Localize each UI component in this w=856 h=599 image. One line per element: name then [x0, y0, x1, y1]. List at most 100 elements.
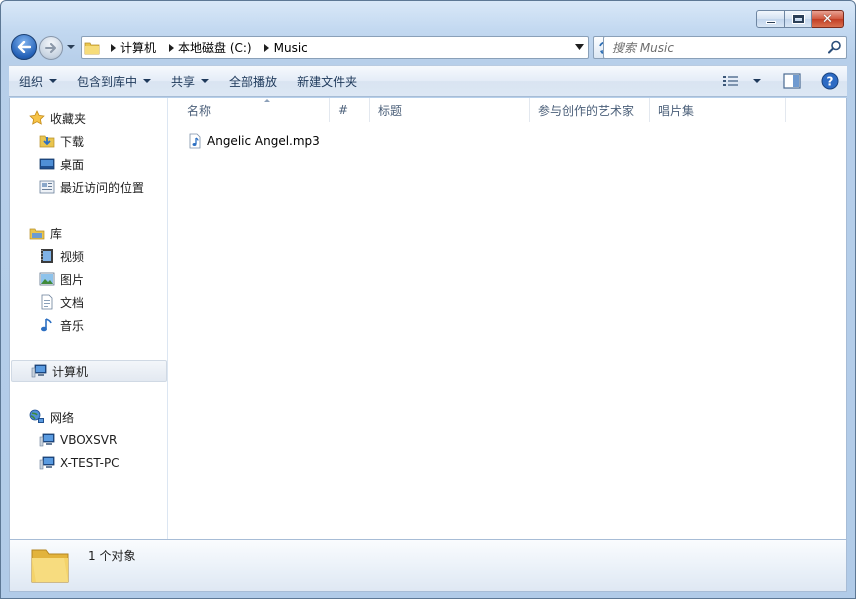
- nav-documents-label: 文档: [60, 295, 85, 310]
- column-contributing-artists[interactable]: 参与创作的艺术家: [530, 98, 650, 122]
- nav-downloads-label: 下载: [60, 134, 85, 149]
- nav-libraries-label: 库: [50, 226, 63, 241]
- desktop-icon: [39, 156, 55, 172]
- nav-music-label: 音乐: [60, 318, 85, 333]
- star-icon: [29, 110, 45, 126]
- minimize-button[interactable]: [756, 10, 785, 28]
- column-number[interactable]: #: [330, 98, 370, 122]
- include-library-label: 包含到库中: [77, 74, 138, 89]
- caret-down-icon: [49, 79, 58, 83]
- details-pane: 1 个对象: [9, 539, 847, 592]
- chevron-right-icon[interactable]: [106, 43, 120, 52]
- close-icon: ✕: [822, 11, 833, 27]
- document-icon: [39, 294, 55, 310]
- command-bar: 组织 包含到库中 共享 全部播放 新建文件夹 ?: [9, 65, 847, 97]
- organize-menu[interactable]: 组织: [9, 66, 67, 96]
- change-view-button[interactable]: [723, 75, 761, 87]
- back-button[interactable]: [11, 34, 37, 60]
- nav-recent-places-label: 最近访问的位置: [60, 180, 145, 195]
- nav-music[interactable]: 音乐: [10, 314, 84, 336]
- breadcrumb-music[interactable]: Music: [274, 41, 316, 55]
- search-box: [603, 36, 847, 59]
- picture-icon: [39, 271, 55, 287]
- play-all-button[interactable]: 全部播放: [219, 66, 287, 96]
- nav-favorites[interactable]: 收藏夹: [10, 107, 86, 129]
- search-input[interactable]: [612, 39, 822, 56]
- file-item[interactable]: Angelic Angel.mp3: [187, 131, 320, 151]
- nav-libraries[interactable]: 库: [10, 222, 62, 244]
- include-in-library-menu[interactable]: 包含到库中: [67, 66, 161, 96]
- maximize-icon: [792, 15, 804, 23]
- file-name: Angelic Angel.mp3: [207, 134, 320, 148]
- forward-button[interactable]: [39, 36, 63, 60]
- network-computer-icon: [39, 432, 55, 448]
- breadcrumb-local-disk[interactable]: 本地磁盘 (C:): [178, 39, 260, 56]
- computer-icon: [31, 363, 47, 379]
- column-title-label: 标题: [378, 103, 403, 118]
- explorer-window: ✕ 计算机 本地磁盘 (C:) Music 搜索 Music 组织 包含到库中 …: [0, 0, 856, 599]
- nav-recent-places[interactable]: 最近访问的位置: [10, 176, 144, 198]
- window-controls: ✕: [756, 10, 844, 28]
- column-album[interactable]: 唱片集: [650, 98, 786, 122]
- minimize-icon: [765, 20, 776, 24]
- chevron-right-icon[interactable]: [164, 43, 178, 52]
- breadcrumb: 计算机 本地磁盘 (C:) Music: [106, 37, 316, 58]
- address-dropdown-icon[interactable]: [575, 44, 584, 50]
- column-album-label: 唱片集: [658, 103, 695, 118]
- nav-computer[interactable]: 计算机: [11, 360, 167, 382]
- svg-text:?: ?: [827, 75, 834, 89]
- recent-places-icon: [39, 179, 55, 195]
- library-icon: [29, 225, 45, 241]
- chevron-right-icon[interactable]: [260, 43, 274, 52]
- nav-desktop-label: 桌面: [60, 157, 85, 172]
- column-title[interactable]: 标题: [370, 98, 530, 122]
- help-icon[interactable]: ?: [821, 72, 839, 90]
- column-artists-label: 参与创作的艺术家: [538, 103, 635, 118]
- breadcrumb-computer[interactable]: 计算机: [120, 39, 164, 56]
- column-name-label: 名称: [187, 103, 212, 118]
- caret-down-icon: [143, 79, 152, 83]
- nav-network[interactable]: 网络: [10, 406, 74, 428]
- column-name[interactable]: 名称: [179, 98, 330, 122]
- maximize-button[interactable]: [785, 10, 812, 28]
- column-number-label: #: [338, 103, 349, 117]
- arrow-left-icon: [17, 41, 31, 53]
- nav-x-test-pc[interactable]: X-TEST-PC: [10, 452, 120, 474]
- caret-down-icon: [753, 79, 761, 83]
- nav-desktop[interactable]: 桌面: [10, 153, 84, 175]
- network-computer-icon: [39, 455, 55, 471]
- history-dropdown-icon[interactable]: [66, 42, 76, 52]
- close-button[interactable]: ✕: [812, 10, 844, 28]
- share-label: 共享: [171, 74, 196, 89]
- music-file-icon: [189, 133, 201, 149]
- search-icon[interactable]: [828, 40, 842, 54]
- new-folder-button[interactable]: 新建文件夹: [287, 66, 367, 96]
- arrow-right-icon: [45, 43, 56, 53]
- nav-videos-label: 视频: [60, 249, 85, 264]
- sort-ascending-icon: [264, 99, 270, 102]
- download-folder-icon: [39, 133, 55, 149]
- nav-videos[interactable]: 视频: [10, 245, 84, 267]
- nav-pictures[interactable]: 图片: [10, 268, 84, 290]
- network-icon: [29, 409, 45, 425]
- share-menu[interactable]: 共享: [161, 66, 219, 96]
- nav-computer-label: 计算机: [52, 364, 89, 379]
- navigation-bar: 计算机 本地磁盘 (C:) Music: [9, 32, 847, 62]
- address-bar[interactable]: 计算机 本地磁盘 (C:) Music: [81, 36, 589, 59]
- nav-pictures-label: 图片: [60, 272, 85, 287]
- nav-documents[interactable]: 文档: [10, 291, 84, 313]
- file-list: 名称 # 标题 参与创作的艺术家 唱片集 Angelic Angel.mp3: [169, 98, 846, 539]
- folder-icon: [31, 549, 69, 583]
- folder-icon: [84, 42, 100, 54]
- nav-favorites-label: 收藏夹: [50, 111, 87, 126]
- column-headers: 名称 # 标题 参与创作的艺术家 唱片集: [169, 98, 846, 122]
- content-area: 收藏夹 下载 桌面 最近访问的位置 库 视频 图片 文档 音乐 计算机 网络 V…: [9, 98, 847, 539]
- nav-network-label: 网络: [50, 410, 75, 425]
- preview-pane-icon[interactable]: [783, 73, 801, 89]
- nav-downloads[interactable]: 下载: [10, 130, 84, 152]
- new-folder-label: 新建文件夹: [297, 74, 358, 89]
- nav-vboxsvr[interactable]: VBOXSVR: [10, 429, 117, 451]
- video-icon: [39, 248, 55, 264]
- nav-x-test-pc-label: X-TEST-PC: [60, 456, 120, 470]
- nav-vboxsvr-label: VBOXSVR: [60, 433, 118, 447]
